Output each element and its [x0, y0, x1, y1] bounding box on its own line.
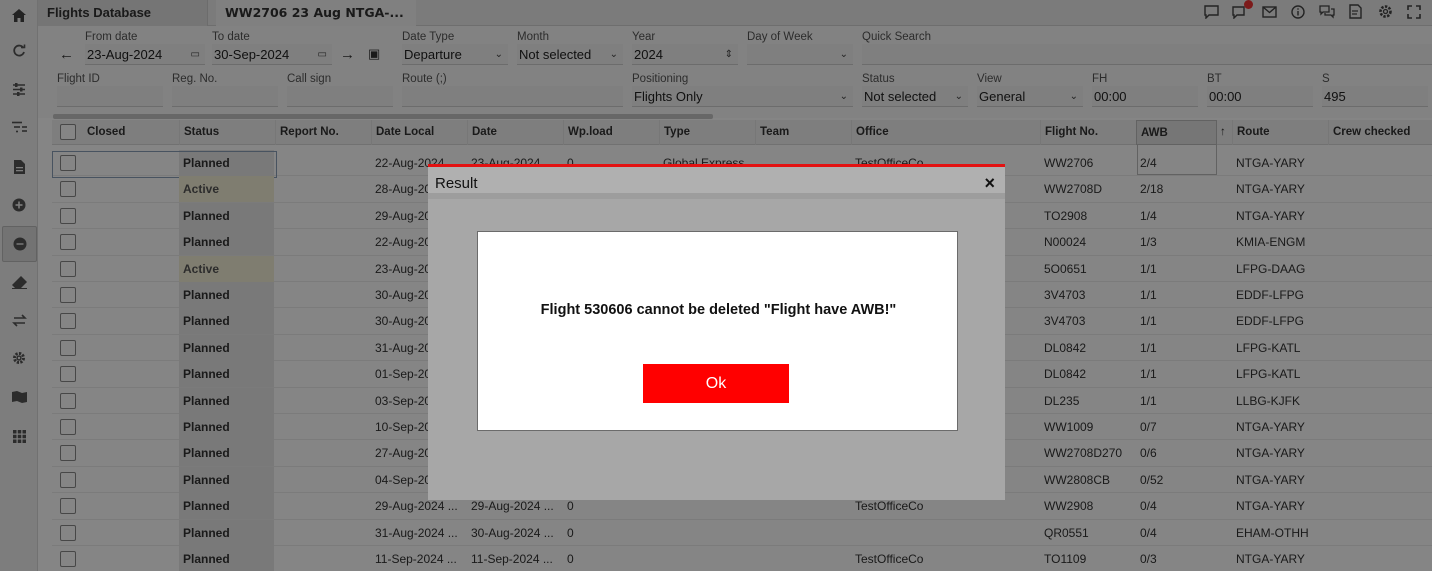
close-icon[interactable]: ×	[984, 173, 995, 194]
result-dialog-header: Result ×	[428, 167, 1005, 199]
ok-button[interactable]: Ok	[643, 364, 789, 403]
error-message: Flight 530606 cannot be deleted "Flight …	[540, 302, 897, 318]
message-box: Flight 530606 cannot be deleted "Flight …	[477, 231, 958, 431]
result-dialog-title: Result	[435, 175, 478, 192]
